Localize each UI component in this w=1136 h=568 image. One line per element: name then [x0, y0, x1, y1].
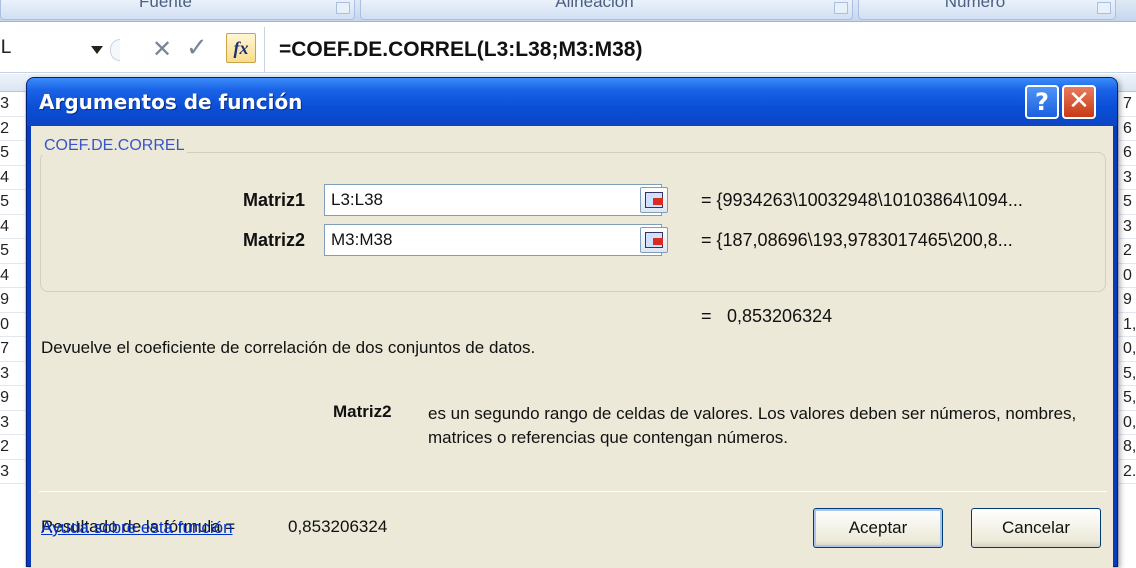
cell[interactable]: 0 — [1119, 264, 1136, 288]
matriz2-preview: = {187,08696\193,9783017465\200,8... — [701, 230, 1013, 250]
cell[interactable]: 7 — [0, 337, 25, 362]
result-preview: 0,853206324 — [727, 306, 833, 326]
ribbon-group-alignment: Alineación — [360, 0, 853, 20]
function-arguments-dialog: Argumentos de función ? ✕ COEF.DE.CORREL… — [26, 77, 1118, 568]
cell[interactable]: 5 — [0, 239, 25, 264]
help-button[interactable]: ? — [1025, 85, 1059, 119]
cell[interactable]: 3 — [0, 411, 25, 435]
result-equals: = — [701, 306, 712, 326]
check-icon[interactable]: ✓ — [186, 33, 208, 63]
ribbon-group-label: Número — [944, 0, 1006, 11]
dialog-launcher-icon[interactable] — [834, 2, 848, 14]
formula-bar-separator — [110, 39, 120, 61]
cell[interactable]: 5, — [1119, 362, 1136, 386]
cell[interactable]: 3 — [0, 362, 25, 386]
ribbon-group-font: Fuente — [0, 0, 355, 20]
cell[interactable]: 4 — [0, 215, 25, 239]
range-select-icon-accent — [653, 198, 663, 205]
cell[interactable]: 5 — [0, 190, 25, 215]
ribbon-group-label: Alineación — [555, 0, 634, 11]
cell[interactable]: 3 — [0, 460, 25, 484]
matriz2-label: Matriz2 — [242, 230, 305, 250]
ok-button[interactable]: Aceptar — [813, 508, 943, 548]
function-description: Devuelve el coeficiente de correlación d… — [41, 338, 536, 357]
formula-result-value: 0,853206324 — [288, 517, 388, 536]
cancel-icon[interactable]: ✕ — [152, 35, 172, 63]
divider — [39, 491, 1107, 492]
arguments-group — [40, 152, 1106, 292]
cell[interactable]: 2 — [0, 435, 25, 460]
formula-input[interactable]: =COEF.DE.CORREL(L3:L38;M3:M38) — [279, 38, 642, 62]
matriz1-input[interactable] — [324, 184, 662, 216]
right-column-cells: 7 6 6 3 5 3 2 0 9 1, 0, 5, 5, 0, 8, 2. — [1118, 92, 1136, 567]
collapse-dialog-button[interactable] — [640, 187, 668, 213]
cell[interactable]: 4 — [0, 264, 25, 288]
dialog-body: COEF.DE.CORREL Matriz1 = {9934263\100329… — [31, 126, 1113, 568]
chevron-down-icon[interactable] — [91, 46, 103, 54]
cell[interactable]: 5 — [0, 141, 25, 166]
arg-help-text: es un segundo rango de celdas de valores… — [428, 404, 1077, 447]
dialog-titlebar[interactable]: Argumentos de función ? ✕ — [27, 78, 1117, 126]
insert-function-icon[interactable]: fx — [226, 33, 256, 63]
cell[interactable]: 9 — [0, 386, 25, 411]
name-box[interactable]: L — [0, 37, 12, 60]
cell[interactable]: 6 — [1119, 117, 1136, 141]
close-button[interactable]: ✕ — [1062, 85, 1096, 119]
dialog-launcher-icon[interactable] — [336, 2, 350, 14]
cell[interactable]: 8, — [1119, 435, 1136, 460]
cell[interactable]: 9 — [1119, 288, 1136, 313]
range-select-icon-accent — [653, 238, 663, 245]
ribbon-group-label: Fuente — [139, 0, 192, 11]
cell[interactable]: 0, — [1119, 411, 1136, 435]
cell[interactable]: 5 — [1119, 190, 1136, 215]
divider — [264, 27, 265, 73]
arg-help-label: Matriz2 — [333, 402, 392, 421]
dialog-launcher-icon[interactable] — [1097, 2, 1111, 14]
cell[interactable]: 3 — [1119, 215, 1136, 239]
dialog-title: Argumentos de función — [39, 90, 303, 114]
ribbon-strip: Fuente Alineación Número — [0, 0, 1136, 22]
formula-bar: L ✕ ✓ fx =COEF.DE.CORREL(L3:L38;M3:M38) — [0, 27, 1136, 73]
cell[interactable]: 4 — [0, 166, 25, 190]
cell[interactable]: 1, — [1119, 313, 1136, 337]
cell[interactable]: 3 — [1119, 166, 1136, 190]
matriz1-label: Matriz1 — [242, 190, 305, 210]
cell[interactable]: 7 — [1119, 92, 1136, 117]
cancel-button[interactable]: Cancelar — [971, 508, 1101, 548]
matriz1-preview: = {9934263\10032948\10103864\1094... — [701, 190, 1023, 210]
left-column-cells: 3 2 5 4 5 4 5 4 9 0 7 3 9 3 2 3 — [0, 92, 26, 567]
cell[interactable]: 0, — [1119, 337, 1136, 362]
cell[interactable]: 6 — [1119, 141, 1136, 166]
ribbon-group-number: Número — [858, 0, 1116, 20]
cell[interactable]: 0 — [0, 313, 25, 337]
function-help-link[interactable]: Ayuda sobre esta función — [41, 518, 233, 538]
cell[interactable]: 3 — [0, 92, 25, 117]
cell[interactable]: 5, — [1119, 386, 1136, 411]
collapse-dialog-button[interactable] — [640, 227, 668, 253]
cell[interactable]: 2 — [0, 117, 25, 141]
cell[interactable]: 2 — [1119, 239, 1136, 264]
matriz2-input[interactable] — [324, 224, 662, 256]
cell[interactable]: 9 — [0, 288, 25, 313]
cell[interactable]: 2. — [1119, 460, 1136, 484]
function-name-legend: COEF.DE.CORREL — [41, 137, 188, 155]
